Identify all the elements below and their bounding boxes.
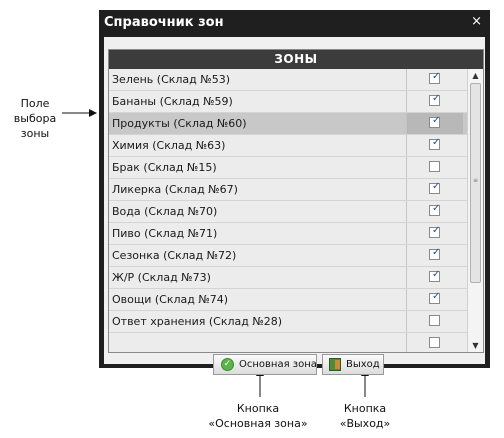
- main-zone-button-label: Основная зона: [239, 359, 317, 370]
- grid-rows: Зелень (Склад №53) ✓ Бананы (Склад №59) ✓ Пр…: [109, 69, 467, 352]
- checkmark-icon: ✓: [432, 71, 441, 82]
- main-zone-button[interactable]: ✓ Основная зона: [213, 354, 317, 375]
- exit-button-label: Выход: [346, 359, 380, 370]
- zone-checkbox[interactable]: ✓: [429, 115, 441, 128]
- zone-checkbox[interactable]: ✓: [429, 269, 441, 282]
- zone-name: Брак (Склад №15): [112, 161, 217, 174]
- zone-row[interactable]: Зелень (Склад №53) ✓: [109, 69, 467, 91]
- zone-checkbox[interactable]: [429, 315, 440, 326]
- zone-row[interactable]: Брак (Склад №15): [109, 157, 467, 179]
- zone-checkbox-cell: ✓: [406, 245, 463, 266]
- dialog-body: ЗОНЫ Зелень (Склад №53) ✓ Бананы (Склад №5…: [104, 37, 485, 375]
- checkmark-icon: ✓: [432, 93, 441, 104]
- checkmark-icon: ✓: [432, 247, 441, 258]
- checkmark-icon: ✓: [432, 269, 441, 280]
- zone-name: Продукты (Склад №60): [112, 117, 247, 130]
- zone-checkbox[interactable]: ✓: [429, 137, 441, 150]
- zone-row[interactable]: Бананы (Склад №59) ✓: [109, 91, 467, 113]
- zone-name: Бананы (Склад №59): [112, 95, 233, 108]
- zone-checkbox-cell: ✓: [406, 69, 463, 90]
- zone-row[interactable]: Ж/Р (Склад №73) ✓: [109, 267, 467, 289]
- zone-name: Ликерка (Склад №67): [112, 183, 238, 196]
- close-icon[interactable]: ×: [471, 14, 482, 29]
- zone-checkbox[interactable]: ✓: [429, 203, 441, 216]
- grid-header: ЗОНЫ: [109, 50, 483, 69]
- checkmark-icon: ✓: [432, 181, 441, 192]
- zone-checkbox[interactable]: ✓: [429, 225, 441, 238]
- zone-checkbox[interactable]: ✓: [429, 181, 441, 194]
- zone-name: Пиво (Склад №71): [112, 227, 218, 240]
- zone-checkbox[interactable]: ✓: [429, 71, 441, 84]
- zone-row[interactable]: Ликерка (Склад №67) ✓: [109, 179, 467, 201]
- zone-checkbox[interactable]: [429, 337, 440, 348]
- zone-name: Зелень (Склад №53): [112, 73, 231, 86]
- grip-icon: ≡: [473, 177, 479, 184]
- checkmark-icon: ✓: [432, 225, 441, 236]
- zone-name: Ж/Р (Склад №73): [112, 271, 211, 284]
- ok-icon: ✓: [221, 358, 234, 371]
- zone-row[interactable]: Ответ хранения (Склад №28): [109, 311, 467, 333]
- annotation-zone-field: Поле выбора зоны: [13, 97, 57, 140]
- scroll-thumb[interactable]: ≡: [470, 83, 481, 283]
- zone-checkbox-cell: [406, 333, 463, 352]
- zone-checkbox-cell: ✓: [406, 179, 463, 200]
- scroll-down-icon[interactable]: ▼: [468, 339, 483, 352]
- exit-button[interactable]: Выход: [322, 354, 384, 375]
- zone-checkbox[interactable]: ✓: [429, 247, 441, 260]
- exit-door-icon: [329, 358, 341, 371]
- zone-row[interactable]: Сезонка (Склад №72) ✓: [109, 245, 467, 267]
- zone-name: Сезонка (Склад №72): [112, 249, 237, 262]
- zone-name: Химия (Склад №63): [112, 139, 226, 152]
- zones-dialog: Справочник зон × ЗОНЫ Зелень (Склад №53)…: [99, 10, 490, 375]
- zone-row[interactable]: Химия (Склад №63) ✓: [109, 135, 467, 157]
- zone-row[interactable]: Вода (Склад №70) ✓: [109, 201, 467, 223]
- zone-checkbox-cell: ✓: [406, 267, 463, 288]
- zone-checkbox[interactable]: ✓: [429, 93, 441, 106]
- zone-name: Ответ хранения (Склад №28): [112, 315, 283, 328]
- zone-checkbox[interactable]: [429, 161, 440, 172]
- zone-row[interactable]: Овощи (Склад №74) ✓: [109, 289, 467, 311]
- dialog-title: Справочник зон: [104, 15, 224, 30]
- zone-checkbox[interactable]: ✓: [429, 291, 441, 304]
- checkmark-icon: ✓: [432, 291, 441, 302]
- zone-name: Овощи (Склад №74): [112, 293, 229, 306]
- zone-checkbox-cell: ✓: [406, 91, 463, 112]
- zone-row[interactable]: Пиво (Склад №71) ✓: [109, 223, 467, 245]
- zone-checkbox-cell: ✓: [406, 289, 463, 310]
- title-bar[interactable]: Справочник зон ×: [99, 10, 490, 37]
- zone-row[interactable]: Продукты (Склад №60) ✓: [109, 113, 467, 135]
- zones-grid[interactable]: ЗОНЫ Зелень (Склад №53) ✓ Бананы (Склад №5…: [108, 49, 484, 353]
- checkmark-icon: ✓: [432, 137, 441, 148]
- zone-checkbox-cell: [406, 311, 463, 332]
- vertical-scrollbar[interactable]: ▲ ≡ ▼: [467, 69, 483, 352]
- annotation-main-zone-button: Кнопка «Основная зона»: [208, 402, 308, 430]
- zone-row[interactable]: [109, 333, 467, 352]
- scroll-up-icon[interactable]: ▲: [468, 69, 483, 82]
- zone-checkbox-cell: [406, 157, 463, 178]
- zone-name: Вода (Склад №70): [112, 205, 218, 218]
- zone-checkbox-cell: ✓: [406, 135, 463, 156]
- checkmark-icon: ✓: [432, 115, 441, 126]
- zone-checkbox-cell: ✓: [406, 223, 463, 244]
- checkmark-icon: ✓: [432, 203, 441, 214]
- annotation-exit-button: Кнопка «Выход»: [339, 402, 391, 430]
- zone-checkbox-cell: ✓: [406, 201, 463, 222]
- zone-checkbox-cell: ✓: [406, 113, 463, 134]
